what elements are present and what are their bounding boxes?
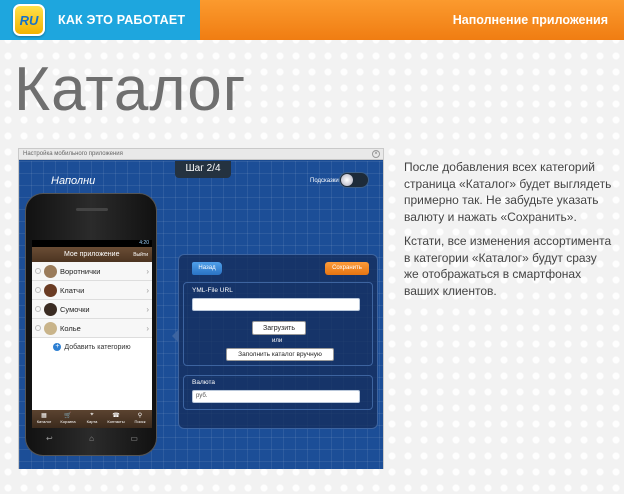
save-button[interactable]: Сохранить [325, 262, 369, 275]
toggle-knob [341, 174, 353, 186]
phone-speaker [76, 208, 108, 211]
yml-url-input[interactable] [192, 298, 360, 311]
category-row[interactable]: Сумочки › [32, 300, 152, 319]
yml-url-label: YML-File URL [192, 287, 233, 294]
app-tabbar: ▦ Каталог 🛒 Корзина ⌖ Карта ☎ Контакты ⚲ Поис… [32, 410, 152, 428]
close-icon[interactable]: × [372, 150, 380, 158]
chevron-right-icon: › [146, 304, 149, 314]
hints-toggle[interactable] [339, 172, 369, 188]
app-title: Мое приложение [64, 251, 120, 258]
currency-input[interactable]: руб. [192, 390, 360, 403]
yml-group: YML-File URL Загрузить или Заполнить кат… [183, 282, 373, 366]
currency-group: Валюта руб. [183, 375, 373, 410]
category-row[interactable]: Колье › [32, 319, 152, 338]
add-category-label: Добавить категорию [64, 343, 131, 351]
canvas-title: Наполни [51, 175, 96, 187]
top-bar: RU КАК ЭТО РАБОТАЕТ Наполнение приложени… [0, 0, 624, 40]
search-icon: ⚲ [137, 413, 143, 419]
radio-icon [35, 268, 41, 274]
category-label: Воротнички [60, 266, 101, 276]
back-button[interactable]: Назад [192, 262, 222, 275]
description-paragraph-2: Кстати, все изменения ассортимента в кат… [404, 234, 612, 298]
upload-button[interactable]: Загрузить [252, 321, 306, 335]
category-row[interactable]: Клатчи › [32, 281, 152, 300]
phone-nav-buttons: ↩ ⌂ ▭ [46, 434, 138, 443]
category-label: Колье [60, 323, 81, 333]
recent-apps-icon[interactable]: ▭ [130, 434, 138, 443]
or-label: или [272, 338, 283, 344]
tab-cart[interactable]: 🛒 Корзина [56, 410, 80, 428]
editor-canvas: Шаг 2/4 Наполни Подсказки 4:20 Мое прило… [19, 161, 383, 469]
tab-search[interactable]: ⚲ Поиск [128, 410, 152, 428]
fill-manually-button[interactable]: Заполнить каталог вручную [226, 348, 334, 361]
chevron-right-icon: › [146, 285, 149, 295]
map-pin-icon: ⌖ [90, 412, 94, 418]
top-bar-left: RU КАК ЭТО РАБОТАЕТ [0, 0, 200, 40]
page-title: Каталог [14, 55, 247, 124]
hints-label: Подсказки [310, 178, 339, 184]
tab-label: Корзина [60, 419, 76, 424]
cart-icon: 🛒 [64, 413, 72, 419]
back-icon[interactable]: ↩ [46, 434, 53, 443]
phone-mockup: 4:20 Мое приложение Выйти Воротнички › К… [25, 193, 157, 456]
catalog-icon: ▦ [41, 413, 47, 419]
category-label: Сумочки [60, 304, 90, 314]
phone-icon: ☎ [112, 413, 120, 419]
tab-catalog[interactable]: ▦ Каталог [32, 410, 56, 428]
category-thumbnail [44, 321, 57, 335]
window-title: Настройка мобильного приложения [23, 151, 123, 157]
description-paragraph-1: После добавления всех категорий страница… [404, 160, 612, 224]
tab-map[interactable]: ⌖ Карта [80, 410, 104, 428]
category-thumbnail [44, 264, 57, 278]
tab-label: Поиск [134, 419, 146, 424]
radio-icon [35, 287, 41, 293]
home-icon[interactable]: ⌂ [89, 434, 94, 443]
section-title: Наполнение приложения [452, 13, 608, 27]
window-titlebar: Настройка мобильного приложения × [19, 149, 383, 160]
tab-label: Контакты [107, 419, 125, 424]
tab-label: Каталог [36, 419, 52, 424]
exit-button[interactable]: Выйти [133, 252, 148, 258]
nav-title[interactable]: КАК ЭТО РАБОТАЕТ [58, 13, 185, 27]
phone-screen: 4:20 Мое приложение Выйти Воротнички › К… [32, 240, 152, 428]
status-bar: 4:20 [32, 240, 152, 247]
step-badge: Шаг 2/4 [175, 161, 231, 178]
tab-label: Карта [86, 419, 98, 424]
chevron-right-icon: › [146, 323, 149, 333]
panel-pointer [172, 329, 179, 343]
description: После добавления всех категорий страница… [404, 159, 614, 307]
logo-text: RU [19, 12, 39, 28]
plus-icon: + [53, 343, 62, 351]
category-label: Клатчи [60, 285, 85, 295]
category-thumbnail [44, 283, 57, 297]
top-bar-right: Наполнение приложения [200, 0, 624, 40]
currency-label: Валюта [192, 379, 215, 386]
category-row[interactable]: Воротнички › [32, 262, 152, 281]
app-header: Мое приложение Выйти [32, 247, 152, 262]
app-screenshot-window: Настройка мобильного приложения × Шаг 2/… [18, 148, 384, 469]
chevron-right-icon: › [146, 266, 149, 276]
category-thumbnail [44, 302, 57, 316]
radio-icon [35, 325, 41, 331]
radio-icon [35, 306, 41, 312]
catalog-form-panel: Назад Сохранить YML-File URL Загрузить и… [172, 254, 378, 429]
logo[interactable]: RU [13, 4, 45, 36]
add-category-button[interactable]: + Добавить категорию [32, 338, 152, 356]
tab-contacts[interactable]: ☎ Контакты [104, 410, 128, 428]
